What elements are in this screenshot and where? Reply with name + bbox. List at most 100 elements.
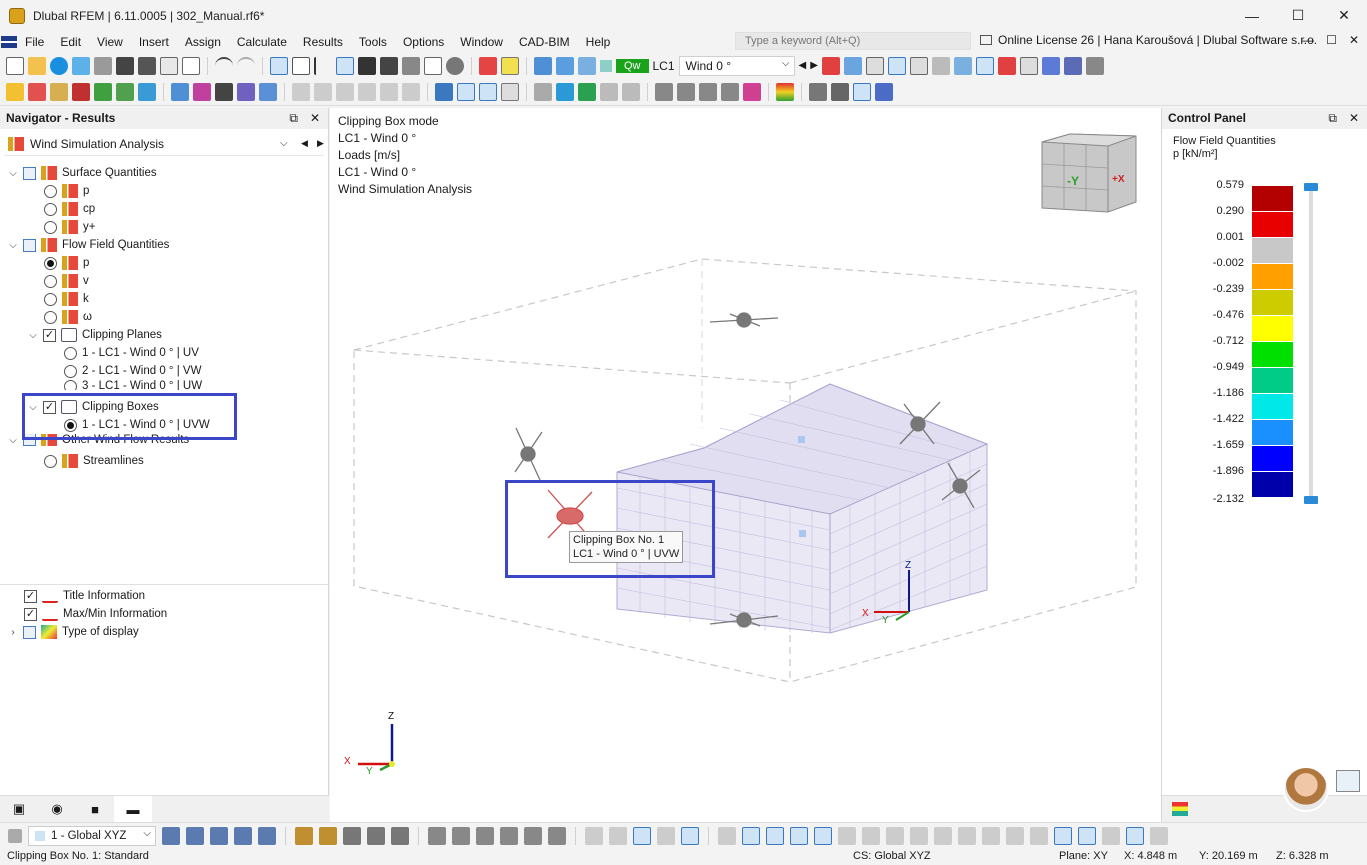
load-case-icon[interactable]	[578, 56, 596, 75]
load-combination-icon[interactable]	[534, 56, 552, 75]
result-filter-icon[interactable]	[821, 56, 840, 75]
clipping-box-icon[interactable]	[479, 83, 497, 101]
print-report-icon[interactable]	[160, 56, 178, 75]
display-results-icon[interactable]	[953, 56, 972, 75]
selection-mode-icon[interactable]	[681, 827, 699, 845]
tree-item-type-of-display[interactable]: › Type of display	[8, 623, 139, 641]
opening-icon[interactable]	[215, 83, 233, 101]
color-scale-icon[interactable]	[776, 83, 794, 101]
coordinate-system-dropdown[interactable]: 1 - Global XYZ ⌵	[28, 826, 156, 846]
wireframe-icon[interactable]	[534, 83, 552, 101]
hinge-icon[interactable]	[116, 83, 134, 101]
slider-top-handle[interactable]	[1304, 183, 1318, 191]
print-icon[interactable]	[138, 56, 156, 75]
radio-button[interactable]	[44, 292, 57, 306]
snap-nodes-icon[interactable]	[428, 827, 446, 845]
minimize-button[interactable]: —	[1229, 0, 1275, 31]
checkbox[interactable]	[23, 238, 36, 252]
snap-settings-icon[interactable]	[1030, 827, 1048, 845]
max-values-icon[interactable]	[1019, 56, 1038, 75]
checkbox[interactable]	[23, 625, 36, 639]
view-front-icon[interactable]	[162, 827, 180, 845]
object-snap-icon[interactable]	[609, 827, 627, 845]
menu-file[interactable]: File	[17, 35, 52, 49]
tree-item-plane-3[interactable]: 3 - LC1 - Wind 0 ° | UW	[64, 380, 202, 390]
guideline-icon[interactable]	[314, 83, 332, 101]
maximize-button[interactable]: ☐	[1275, 0, 1321, 31]
snap-icon[interactable]	[358, 83, 376, 101]
tree-item-surface-quantities[interactable]: ⌵ Surface Quantities	[8, 164, 157, 182]
radio-button[interactable]	[44, 202, 57, 216]
tree-item-streamlines[interactable]: Streamlines	[44, 452, 144, 470]
line-icon[interactable]	[28, 83, 46, 101]
surface-load-icon[interactable]	[193, 83, 211, 101]
load-case-name-dropdown[interactable]: Wind 0 ° ⌵	[678, 55, 795, 76]
more-icon[interactable]	[1150, 827, 1168, 845]
radio-button[interactable]	[44, 184, 57, 198]
tree-item-flow-omega[interactable]: ω	[44, 308, 92, 326]
result-diagram-icon[interactable]	[887, 56, 906, 75]
chevron-right-icon[interactable]: ›	[8, 627, 18, 638]
chevron-down-icon[interactable]: ⌵	[8, 168, 18, 179]
slider-bottom-handle[interactable]	[1304, 496, 1318, 504]
next-load-case-button[interactable]: ▶	[810, 60, 818, 71]
view-iso-icon[interactable]	[258, 827, 276, 845]
panel-toggle-icon[interactable]	[336, 56, 354, 75]
tree-item-plane-2[interactable]: 2 - LC1 - Wind 0 ° | VW	[64, 362, 201, 380]
member-icon[interactable]	[72, 83, 90, 101]
script-icon[interactable]	[380, 56, 398, 75]
solid-render-icon[interactable]	[556, 83, 574, 101]
snap-lines-icon[interactable]	[476, 827, 494, 845]
tab-data-icon[interactable]: ▣	[0, 796, 38, 822]
tree-item-flow-p[interactable]: p	[44, 254, 89, 272]
console-icon[interactable]	[358, 56, 376, 75]
save-icon[interactable]	[116, 56, 134, 75]
web-services-icon[interactable]	[72, 56, 90, 75]
tab-display-icon[interactable]: ◉	[38, 796, 76, 822]
rectangle-select-icon[interactable]	[790, 827, 808, 845]
chevron-down-icon[interactable]: ⌵	[8, 435, 18, 446]
shading-icon[interactable]	[622, 83, 640, 101]
checkbox-checked[interactable]: ✓	[24, 589, 37, 603]
filter-icon[interactable]	[435, 83, 453, 101]
tangent-icon[interactable]	[934, 827, 952, 845]
center-snap-icon[interactable]	[982, 827, 1000, 845]
checkbox-checked[interactable]: ✓	[24, 607, 37, 621]
layers-snap-icon[interactable]	[1078, 827, 1096, 845]
tab-color-scale-icon[interactable]	[1172, 802, 1188, 816]
load-icon[interactable]	[138, 83, 156, 101]
length-icon[interactable]	[1126, 827, 1144, 845]
magnet-icon[interactable]	[766, 827, 784, 845]
menu-results[interactable]: Results	[295, 35, 351, 49]
table-view-icon[interactable]	[809, 83, 827, 101]
radio-button[interactable]	[64, 346, 77, 360]
radio-button[interactable]	[64, 380, 77, 390]
close-panel-button[interactable]: ✕	[1349, 111, 1359, 126]
layers-icon[interactable]	[402, 56, 420, 75]
model-manager-icon[interactable]	[94, 56, 112, 75]
snap-cross-icon[interactable]	[548, 827, 566, 845]
tree-item-title-information[interactable]: ✓ Title Information	[24, 587, 145, 605]
section-cut-icon[interactable]	[975, 56, 994, 75]
menu-help[interactable]: Help	[578, 35, 619, 49]
tree-item-plane-1[interactable]: 1 - LC1 - Wind 0 ° | UV	[64, 344, 199, 362]
float-panel-button[interactable]: ⧉	[1328, 111, 1337, 126]
open-folder-icon[interactable]	[28, 56, 46, 75]
navigator-toggle-icon[interactable]	[270, 56, 288, 75]
labels-icon[interactable]	[319, 827, 337, 845]
webcam-icon[interactable]	[446, 56, 464, 75]
more-tools-icon[interactable]	[1085, 56, 1104, 75]
tab-results-icon[interactable]: ▬	[114, 796, 152, 822]
cancel-select-icon[interactable]	[838, 827, 856, 845]
panel-settings-icon[interactable]	[1336, 770, 1360, 792]
cloud-icon[interactable]	[50, 56, 68, 75]
radio-button-selected[interactable]	[44, 256, 57, 270]
menu-edit[interactable]: Edit	[52, 35, 89, 49]
coordinate-system-icon[interactable]	[8, 829, 22, 843]
float-panel-button[interactable]: ⧉	[289, 111, 298, 126]
result-values-icon[interactable]	[501, 56, 519, 75]
measure-icon[interactable]	[391, 827, 409, 845]
load-case-selector[interactable]: Qw LC1 Wind 0 ° ⌵	[600, 55, 795, 76]
menu-options[interactable]: Options	[395, 35, 452, 49]
midpoint-icon[interactable]	[1006, 827, 1024, 845]
